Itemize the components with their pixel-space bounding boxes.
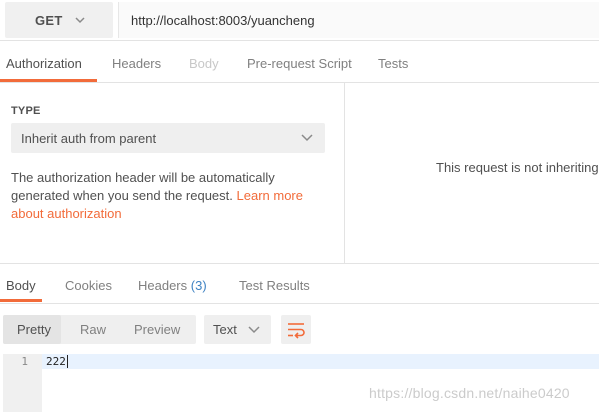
- auth-description-text: The authorization header will be automat…: [11, 170, 275, 203]
- pretty-button[interactable]: Pretty: [17, 322, 51, 337]
- raw-button[interactable]: Raw: [80, 322, 106, 337]
- active-response-tab-indicator: [0, 299, 42, 302]
- auth-type-value: Inherit auth from parent: [21, 130, 157, 146]
- response-tab-cookies[interactable]: Cookies: [65, 278, 112, 293]
- response-editor[interactable]: 1 222: [0, 354, 599, 412]
- tab-pre-request-script[interactable]: Pre-request Script: [247, 56, 352, 71]
- wrap-lines-icon: [288, 323, 305, 339]
- view-mode-group: Pretty Raw Preview: [3, 315, 196, 344]
- response-tab-test-results[interactable]: Test Results: [239, 278, 310, 293]
- request-tabs: Authorization Headers Body Pre-request S…: [0, 42, 599, 83]
- auth-type-select[interactable]: Inherit auth from parent: [11, 123, 325, 153]
- url-text: http://localhost:8003/yuancheng: [131, 12, 315, 28]
- auth-description: The authorization header will be automat…: [11, 169, 311, 223]
- wrap-lines-button[interactable]: [281, 315, 311, 344]
- method-select[interactable]: GET: [5, 2, 113, 38]
- url-input[interactable]: http://localhost:8003/yuancheng: [118, 2, 599, 38]
- response-tab-headers[interactable]: Headers (3): [138, 278, 207, 293]
- format-value: Text: [213, 322, 237, 337]
- chevron-down-icon: [248, 326, 260, 334]
- chevron-down-icon: [75, 17, 85, 24]
- not-inheriting-message: This request is not inheriting: [436, 160, 599, 175]
- response-tab-body[interactable]: Body: [6, 278, 36, 293]
- text-cursor: [67, 355, 68, 368]
- tab-authorization[interactable]: Authorization: [6, 56, 82, 71]
- line-number: 1: [21, 355, 28, 368]
- response-tabs: Body Cookies Headers (3) Test Results: [0, 263, 599, 304]
- auth-info-panel: This request is not inheriting: [346, 83, 599, 263]
- tab-headers[interactable]: Headers: [112, 56, 161, 71]
- preview-button[interactable]: Preview: [134, 322, 180, 337]
- auth-settings-panel: TYPE Inherit auth from parent The author…: [0, 83, 345, 263]
- line-number-gutter: 1: [3, 354, 42, 412]
- tab-body[interactable]: Body: [189, 56, 219, 71]
- headers-count-badge: (3): [190, 278, 207, 293]
- response-line-text: 222: [46, 355, 66, 368]
- format-select[interactable]: Text: [204, 315, 271, 344]
- tab-tests[interactable]: Tests: [378, 56, 408, 71]
- response-tab-headers-label: Headers: [138, 278, 188, 293]
- active-tab-indicator: [0, 79, 97, 82]
- chevron-down-icon: [301, 134, 313, 142]
- method-label: GET: [35, 12, 63, 28]
- watermark: https://blog.csdn.net/naihe0420: [369, 385, 570, 401]
- url-bar: GET http://localhost:8003/yuancheng: [0, 0, 599, 41]
- active-line-highlight: [42, 354, 599, 369]
- type-label: TYPE: [11, 105, 41, 117]
